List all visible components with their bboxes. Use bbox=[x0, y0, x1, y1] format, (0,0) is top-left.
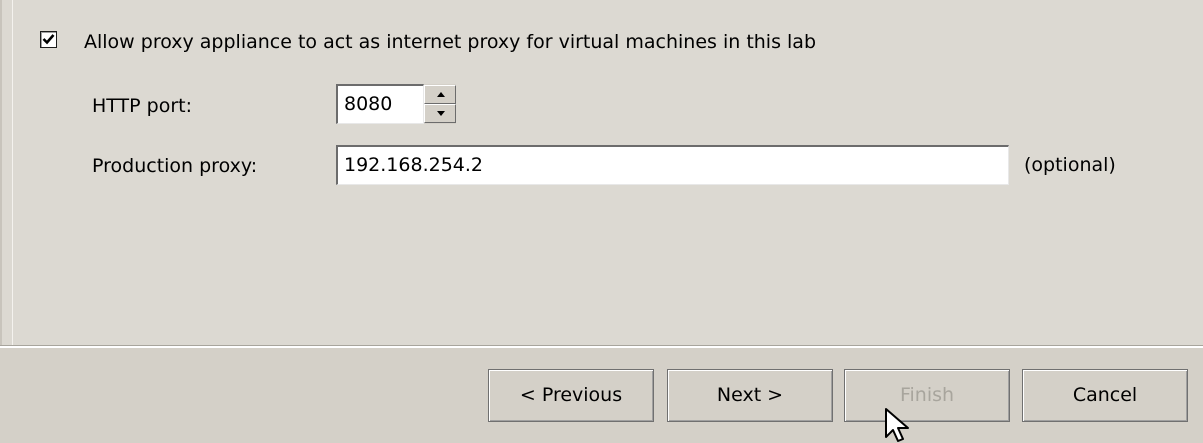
mouse-pointer-icon bbox=[885, 408, 909, 442]
http-port-label: HTTP port: bbox=[92, 95, 193, 117]
finish-button[interactable]: Finish bbox=[844, 369, 1010, 422]
next-button[interactable]: Next > bbox=[667, 369, 833, 422]
optional-label: (optional) bbox=[1024, 154, 1116, 176]
settings-panel: Allow proxy appliance to act as internet… bbox=[0, 0, 1203, 345]
spin-up-arrow-icon bbox=[437, 92, 445, 97]
production-proxy-input[interactable]: 192.168.254.2 bbox=[336, 145, 1009, 185]
http-port-spinner[interactable] bbox=[424, 84, 456, 124]
allow-proxy-checkbox[interactable] bbox=[40, 31, 57, 48]
http-port-input[interactable]: 8080 bbox=[336, 84, 424, 124]
cancel-button[interactable]: Cancel bbox=[1022, 369, 1188, 422]
production-proxy-label: Production proxy: bbox=[92, 155, 258, 177]
spin-down-arrow-icon bbox=[437, 111, 445, 116]
checkmark-icon bbox=[42, 34, 55, 45]
allow-proxy-label: Allow proxy appliance to act as internet… bbox=[84, 31, 817, 53]
spin-down-button[interactable] bbox=[424, 104, 456, 123]
panel-edge bbox=[12, 0, 13, 345]
spin-up-button[interactable] bbox=[424, 85, 456, 104]
previous-button[interactable]: < Previous bbox=[488, 369, 654, 422]
